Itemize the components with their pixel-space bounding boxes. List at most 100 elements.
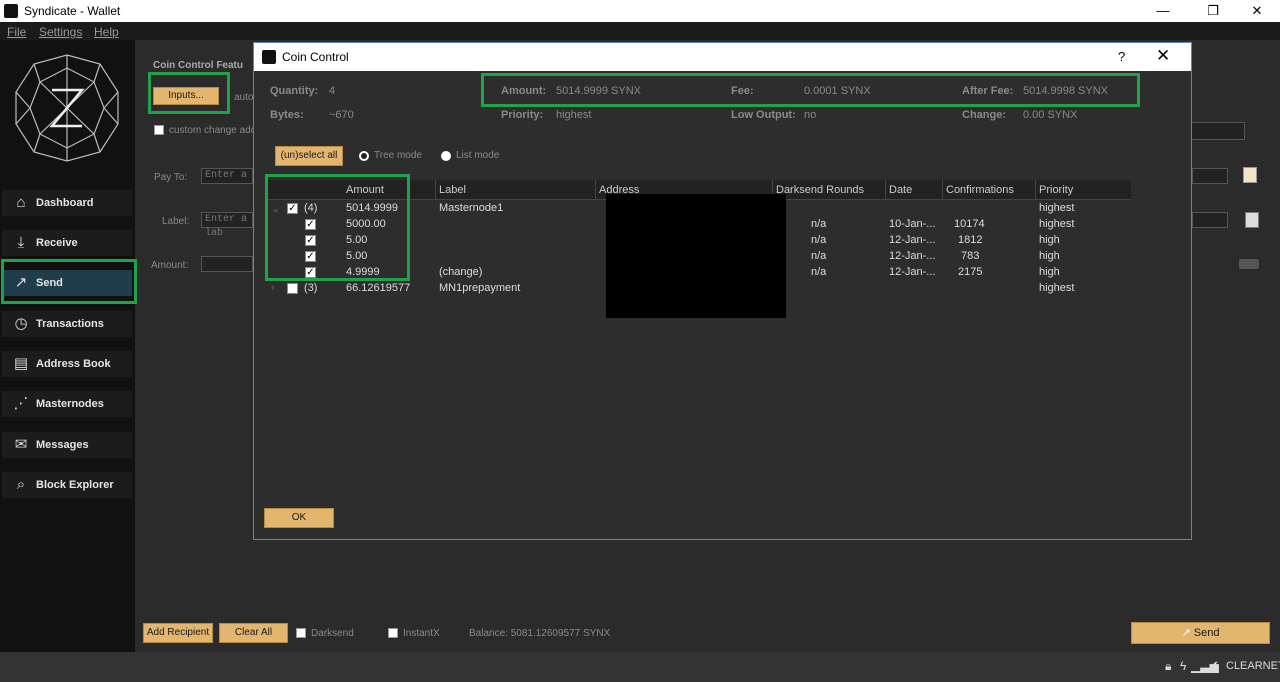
row-darksend-rounds: n/a xyxy=(811,234,827,246)
priority-value: highest xyxy=(556,109,592,121)
address-book-icon: ▤ xyxy=(13,355,29,372)
send-button[interactable]: ↗ Send xyxy=(1131,622,1270,644)
column-separator xyxy=(435,180,436,200)
amount-unit-selector[interactable] xyxy=(1239,259,1259,269)
tree-mode-radio[interactable] xyxy=(359,151,369,161)
menu-help[interactable]: Help xyxy=(94,25,119,39)
row-checkbox[interactable]: ✓ xyxy=(305,251,316,262)
close-window-button[interactable]: ✕ xyxy=(1234,0,1280,22)
sidebar-item-transactions[interactable]: ◷ Transactions xyxy=(2,311,132,337)
column-date[interactable]: Date xyxy=(889,184,912,196)
after-fee-value: 5014.9998 SYNX xyxy=(1023,85,1109,97)
receive-arrow-icon: ⤓ xyxy=(17,234,25,251)
row-confirmations: 2175 xyxy=(958,266,983,278)
row-darksend-rounds: n/a xyxy=(811,250,827,262)
sidebar-item-block-explorer[interactable]: ⌕ Block Explorer xyxy=(2,472,132,498)
lock-icon: 🔒︎ xyxy=(1165,659,1172,673)
balance-text: Balance: 5081.12609577 SYNX xyxy=(469,628,611,639)
instantx-checkbox[interactable] xyxy=(388,628,398,638)
bytes-label: Bytes: xyxy=(270,109,304,121)
pay-to-input[interactable]: Enter a xyxy=(201,168,253,184)
sidebar-item-messages[interactable]: ✉ Messages xyxy=(2,432,132,458)
row-label: MN1prepayment xyxy=(439,282,521,294)
row-amount: 4.9999 xyxy=(346,266,380,278)
help-button[interactable]: ? xyxy=(1118,49,1125,64)
menu-file[interactable]: File xyxy=(7,25,26,39)
inputs-button[interactable]: Inputs... xyxy=(153,87,219,105)
quantity-label: Quantity: xyxy=(270,85,319,97)
row-amount: 5.00 xyxy=(346,250,368,262)
select-all-button[interactable]: (un)select all xyxy=(275,146,343,166)
row-checkbox[interactable]: ✓ xyxy=(305,235,316,246)
minimize-button[interactable]: — xyxy=(1140,0,1186,22)
send-arrow-icon: ↗ xyxy=(14,274,28,291)
sidebar-item-receive[interactable]: ⤓ Receive xyxy=(2,230,132,256)
column-separator xyxy=(595,180,596,200)
amount-label: Amount: xyxy=(151,260,189,271)
change-label: Change: xyxy=(962,109,1006,121)
row-checkbox[interactable]: ✓ xyxy=(305,219,316,230)
envelope-icon: ✉ xyxy=(14,436,28,453)
close-dialog-button[interactable]: ✕ xyxy=(1156,46,1170,66)
list-mode-label: List mode xyxy=(456,150,500,161)
row-priority: highest xyxy=(1039,218,1075,230)
pay-to-label: Pay To: xyxy=(154,172,188,183)
coin-tree: Amount Label Address Darksend Rounds Dat… xyxy=(268,180,1131,320)
priority-label: Priority: xyxy=(501,109,544,121)
label-label: Label: xyxy=(162,216,190,227)
expand-arrow-icon[interactable]: ⌄ xyxy=(271,202,280,215)
send-icon: ↗ xyxy=(1181,627,1194,639)
window-titlebar: Syndicate - Wallet — ❐ ✕ xyxy=(0,0,1280,22)
amount-input[interactable] xyxy=(201,256,253,272)
row-checkbox[interactable]: ✓ xyxy=(305,267,316,278)
sidebar-item-address-book[interactable]: ▤ Address Book xyxy=(2,351,132,377)
dialog-titlebar: Coin Control ? ✕ xyxy=(254,43,1191,71)
sidebar-item-label: Transactions xyxy=(36,318,104,330)
menu-settings[interactable]: Settings xyxy=(39,25,82,39)
list-mode-radio[interactable] xyxy=(441,151,451,161)
column-label[interactable]: Label xyxy=(439,184,466,196)
column-darksend-rounds[interactable]: Darksend Rounds xyxy=(776,184,864,196)
expand-arrow-icon[interactable]: › xyxy=(271,282,275,294)
row-date: 12-Jan-... xyxy=(889,234,936,246)
sidebar-item-dashboard[interactable]: ⌂ Dashboard xyxy=(2,190,132,216)
label-input-end[interactable] xyxy=(1192,212,1228,228)
sidebar-item-masternodes[interactable]: ⋰ Masternodes xyxy=(2,391,132,417)
add-recipient-button[interactable]: Add Recipient xyxy=(143,623,213,643)
coin-control-dialog: Coin Control ? ✕ Quantity: 4 Bytes: ~670… xyxy=(253,42,1192,540)
column-priority[interactable]: Priority xyxy=(1039,184,1073,196)
fee-value: 0.0001 SYNX xyxy=(804,85,871,97)
row-confirmations: 10174 xyxy=(954,218,985,230)
sidebar-item-label: Block Explorer xyxy=(36,479,114,491)
darksend-checkbox[interactable] xyxy=(296,628,306,638)
quantity-value: 4 xyxy=(329,85,336,97)
paste-icon[interactable] xyxy=(1243,167,1257,183)
sidebar-item-label: Receive xyxy=(36,237,78,249)
column-confirmations[interactable]: Confirmations xyxy=(946,184,1014,196)
lightning-icon: ϟ xyxy=(1180,659,1187,673)
sidebar-item-label: Masternodes xyxy=(36,398,104,410)
row-checkbox[interactable] xyxy=(287,283,298,294)
auto-selected-text: auto xyxy=(234,92,254,103)
clear-all-button[interactable]: Clear All xyxy=(219,623,288,643)
custom-change-checkbox[interactable] xyxy=(154,125,164,135)
sidebar-item-label: Dashboard xyxy=(36,197,94,209)
redacted-address-block xyxy=(606,194,786,318)
custom-change-address-input[interactable] xyxy=(1190,122,1245,140)
custom-change-label: custom change add xyxy=(169,125,257,136)
column-amount[interactable]: Amount xyxy=(346,184,384,196)
row-darksend-rounds: n/a xyxy=(811,218,827,230)
sidebar-item-send[interactable]: ↗ Send xyxy=(2,270,132,296)
sidebar: ⌂ Dashboard ⤓ Receive ↗ Send ◷ Transacti… xyxy=(0,40,135,652)
pay-to-input-end[interactable] xyxy=(1192,168,1228,184)
magnifier-icon: ⌕ xyxy=(16,476,26,493)
row-label: (change) xyxy=(439,266,483,278)
sidebar-item-label: Messages xyxy=(36,439,89,451)
row-date: 10-Jan-... xyxy=(889,218,936,230)
app-logo-icon xyxy=(4,4,18,18)
restore-button[interactable]: ❐ xyxy=(1190,0,1236,22)
row-checkbox[interactable]: ✓ xyxy=(287,203,298,214)
address-book-lookup-icon[interactable] xyxy=(1245,212,1259,228)
ok-button[interactable]: OK xyxy=(264,508,334,528)
label-input[interactable]: Enter a lab xyxy=(201,212,253,239)
